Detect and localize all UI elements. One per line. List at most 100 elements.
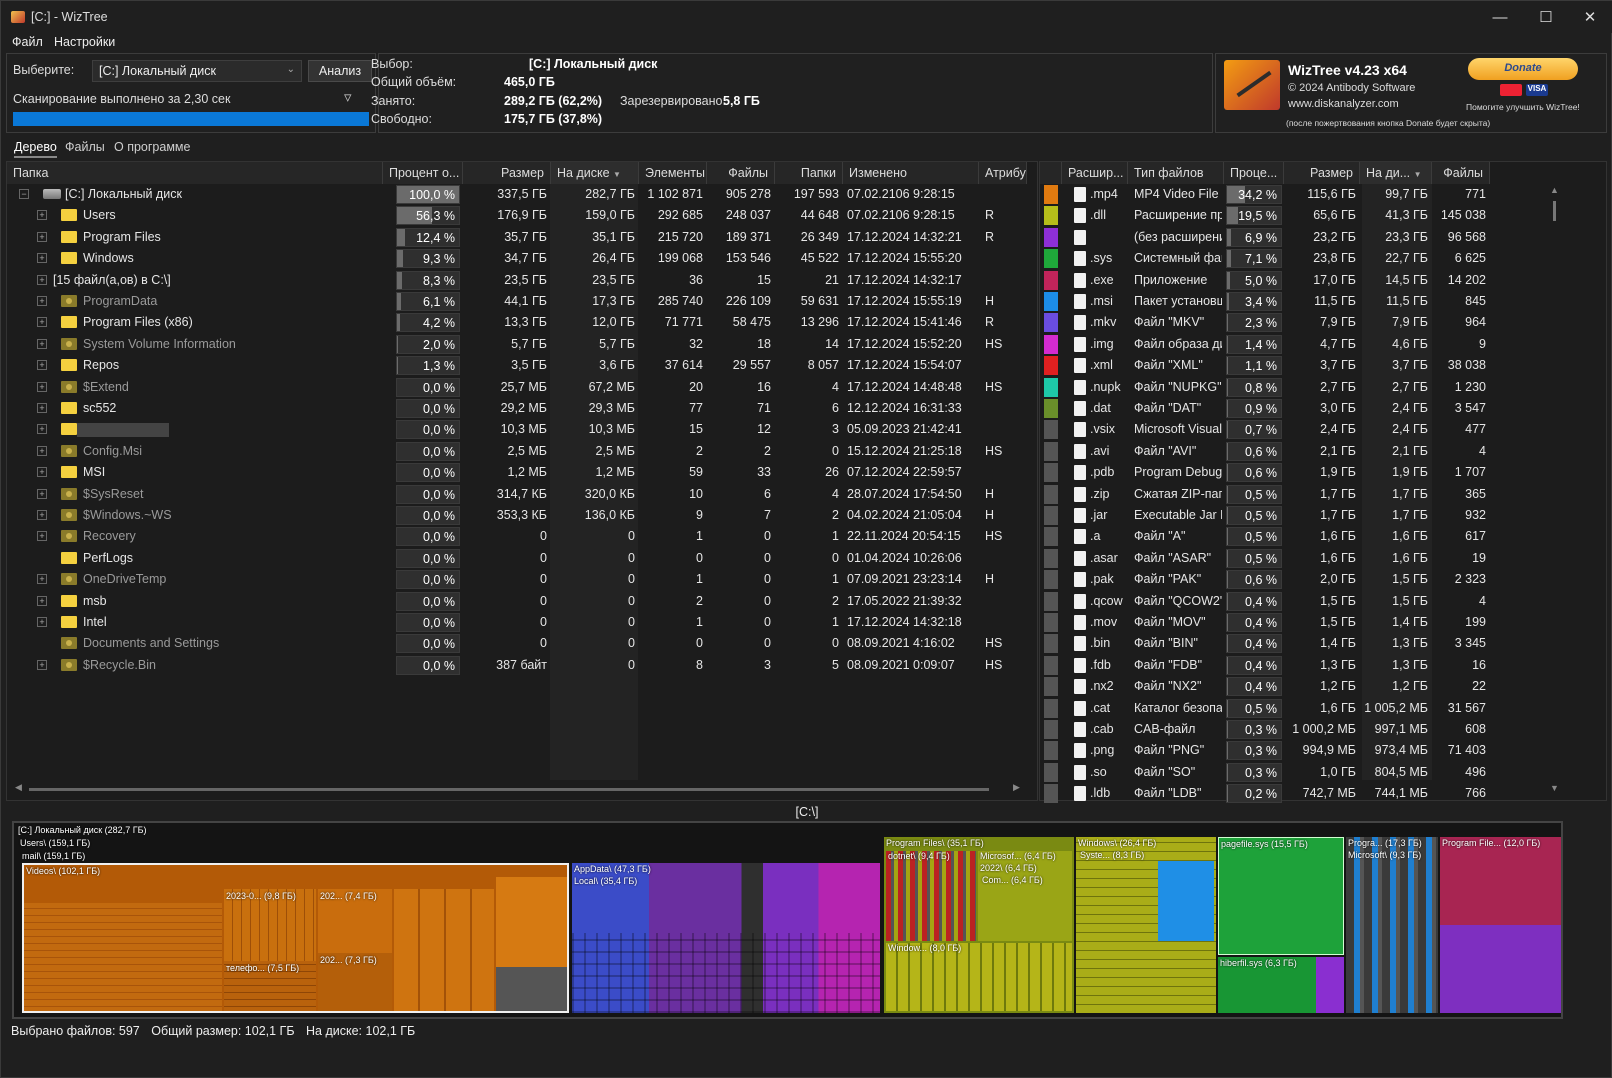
tm-202b[interactable]: 202... (7,3 ГБ)	[318, 953, 392, 1011]
filetype-row[interactable]: .qcow Файл "QCOW2" 0,4 % 1,5 ГБ 1,5 ГБ 4	[1040, 591, 1560, 612]
menu-settings[interactable]: Настройки	[54, 35, 115, 49]
col-files[interactable]: Файлы	[707, 162, 775, 184]
filetype-row[interactable]: .cab CAB-файл 0,3 % 1 000,2 МБ 997,1 МБ 608	[1040, 719, 1560, 740]
filetype-row[interactable]: .a Файл "A" 0,5 % 1,6 ГБ 1,6 ГБ 617	[1040, 526, 1560, 547]
col-ext-ondisk[interactable]: На ди... ▼	[1360, 162, 1432, 184]
maximize-icon[interactable]: ☐	[1523, 1, 1569, 33]
tm-window8[interactable]: Window... (8,0 ГБ)	[886, 943, 1072, 1011]
filetype-row[interactable]: .fdb Файл "FDB" 0,4 % 1,3 ГБ 1,3 ГБ 16	[1040, 655, 1560, 676]
tree-row[interactable]: PerfLogs 0,0 % 0 0 0 0 0 01.04.2024 10:26:06	[7, 548, 1027, 569]
expand-icon[interactable]: +	[37, 488, 47, 499]
tm-program-files[interactable]: Program Files\ (35,1 ГБ) dotnet\ (9,4 ГБ…	[884, 837, 1074, 1013]
expand-icon[interactable]: +	[37, 467, 47, 478]
filetype-row[interactable]: .asar Файл "ASAR" 0,5 % 1,6 ГБ 1,6 ГБ 19	[1040, 548, 1560, 569]
filter-icon[interactable]: ▿	[344, 88, 352, 106]
col-modified[interactable]: Изменено	[843, 162, 979, 184]
expand-icon[interactable]: +	[37, 617, 47, 627]
filetype-row[interactable]: .pak Файл "PAK" 0,6 % 2,0 ГБ 1,5 ГБ 2 323	[1040, 569, 1560, 590]
tree-row[interactable]: + System Volume Information 2,0 % 5,7 ГБ 5,7…	[7, 334, 1027, 355]
filetype-row[interactable]: .exe Приложение 5,0 % 17,0 ГБ 14,5 ГБ 14 202	[1040, 270, 1560, 291]
col-filetype[interactable]: Тип файлов	[1128, 162, 1224, 184]
tree-row[interactable]: + Intel 0,0 % 0 0 1 0 1 17.12.2024 14:32:18	[7, 612, 1027, 633]
expand-icon[interactable]: +	[37, 659, 47, 670]
tm-tel[interactable]: телефо... (7,5 ГБ)	[224, 961, 316, 1011]
tm-hiberfil[interactable]: hiberfil.sys (6,3 ГБ)	[1218, 957, 1316, 1013]
expand-icon[interactable]: +	[37, 574, 47, 585]
col-ext-files[interactable]: Файлы	[1432, 162, 1490, 184]
filetype-row[interactable]: .mkv Файл "MKV" 2,3 % 7,9 ГБ 7,9 ГБ 964	[1040, 312, 1560, 333]
tree-row[interactable]: + $Recycle.Bin 0,0 % 387 байт 0 8 3 5 08.09.2021…	[7, 655, 1027, 676]
tree-row[interactable]: +0,0 % 10,3 МБ 10,3 МБ 15 12 3 05.09.2023 21:4…	[7, 419, 1027, 440]
tree-row[interactable]: + msb 0,0 % 0 0 2 0 2 17.05.2022 21:39:32	[7, 591, 1027, 612]
tree-row[interactable]: + $SysReset 0,0 % 314,7 КБ 320,0 КБ 10 6 4 28.07…	[7, 484, 1027, 505]
tm-dotnet[interactable]: dotnet\ (9,4 ГБ)	[886, 851, 976, 941]
horizontal-scrollbar[interactable]: ◀ ▶	[13, 782, 1025, 796]
expand-icon[interactable]: +	[37, 338, 47, 349]
expand-icon[interactable]: +	[37, 531, 47, 542]
col-folder[interactable]: Папка	[7, 162, 383, 184]
filetype-row[interactable]: .jar Executable Jar Fi 0,5 % 1,7 ГБ 1,7 ГБ 93…	[1040, 505, 1560, 526]
treemap[interactable]: [C:] Локальный диск (282,7 ГБ) Users\ (1…	[12, 821, 1563, 1019]
expand-icon[interactable]: +	[37, 231, 47, 242]
scroll-left-icon[interactable]: ◀	[15, 782, 22, 793]
tab-files[interactable]: Файлы	[65, 140, 105, 154]
tree-row[interactable]: − [C:] Локальный диск 100,0 % 337,5 ГБ 282,7…	[7, 184, 1027, 205]
expand-icon[interactable]: +	[37, 381, 47, 392]
tm-windows-blue[interactable]	[1158, 861, 1214, 941]
filetype-row[interactable]: .mp4 MP4 Video File (34,2 % 115,6 ГБ 99,7 Г…	[1040, 184, 1560, 205]
tree-row[interactable]: + $Windows.~WS 0,0 % 353,3 КБ 136,0 КБ 9 7 2 04.…	[7, 505, 1027, 526]
tm-video-large[interactable]	[496, 877, 567, 967]
col-items[interactable]: Элементы	[639, 162, 707, 184]
tree-row[interactable]: + sc552 0,0 % 29,2 МБ 29,3 МБ 77 71 6 12.12.2024…	[7, 398, 1027, 419]
col-ext-percent[interactable]: Проце...	[1224, 162, 1284, 184]
expand-icon[interactable]: −	[19, 189, 29, 199]
filetype-row[interactable]: .msi Пакет установщ 3,4 % 11,5 ГБ 11,5 ГБ 845	[1040, 291, 1560, 312]
tm-video-grey[interactable]	[496, 967, 567, 1011]
expand-icon[interactable]: +	[37, 296, 47, 306]
minimize-icon[interactable]: —	[1477, 1, 1523, 33]
expand-icon[interactable]: +	[37, 274, 47, 285]
filetype-row[interactable]: .mov Файл "MOV" 0,4 % 1,5 ГБ 1,4 ГБ 199	[1040, 612, 1560, 633]
tm-img[interactable]	[1316, 957, 1344, 1013]
tree-row[interactable]: + $Extend 0,0 % 25,7 МБ 67,2 МБ 20 16 4 17.12.20…	[7, 377, 1027, 398]
expand-icon[interactable]: +	[37, 253, 47, 264]
tm-video-cluster[interactable]	[394, 889, 494, 1011]
tree-row[interactable]: + Windows 9,3 % 34,7 ГБ 26,4 ГБ 199 068 153 54…	[7, 248, 1027, 269]
scroll-right-icon[interactable]: ▶	[1013, 782, 1020, 793]
website-link[interactable]: www.diskanalyzer.com	[1288, 98, 1399, 110]
tree-row[interactable]: + Recovery 0,0 % 0 0 1 0 1 22.11.2024 20:54:15 HS	[7, 526, 1027, 547]
tree-row[interactable]: + Config.Msi 0,0 % 2,5 МБ 2,5 МБ 2 2 0 15.12.202…	[7, 441, 1027, 462]
filetype-row[interactable]: .nupk Файл "NUPKG" 0,8 % 2,7 ГБ 2,7 ГБ 1 230	[1040, 377, 1560, 398]
tree-row[interactable]: + Repos 1,3 % 3,5 ГБ 3,6 ГБ 37 614 29 557 8 057…	[7, 355, 1027, 376]
scroll-down-icon[interactable]: ▼	[1550, 783, 1559, 793]
col-attributes[interactable]: Атрибу	[979, 162, 1027, 184]
expand-icon[interactable]: +	[37, 210, 47, 221]
tree-row[interactable]: + [15 файл(а,ов) в C:\] 8,3 % 23,5 ГБ 23,5 Г…	[7, 270, 1027, 291]
filetype-row[interactable]: .sys Системный фай 7,1 % 23,8 ГБ 22,7 ГБ 6 62…	[1040, 248, 1560, 269]
close-icon[interactable]: ✕	[1567, 1, 1612, 33]
col-extension[interactable]: Расшир...	[1062, 162, 1128, 184]
col-size[interactable]: Размер	[463, 162, 551, 184]
col-percent[interactable]: Процент о...	[383, 162, 463, 184]
filetype-row[interactable]: .img Файл образа ди 1,4 % 4,7 ГБ 4,6 ГБ 9	[1040, 334, 1560, 355]
filetype-row[interactable]: .xml Файл "XML" 1,1 % 3,7 ГБ 3,7 ГБ 38 038	[1040, 355, 1560, 376]
donate-button[interactable]: Donate	[1468, 58, 1578, 80]
vscroll-thumb[interactable]	[1553, 201, 1556, 221]
analyze-button[interactable]: Анализ	[308, 60, 372, 82]
col-color[interactable]	[1040, 162, 1062, 184]
scroll-up-icon[interactable]: ▲	[1550, 185, 1559, 195]
tm-pf86[interactable]: Program File... (12,0 ГБ)	[1440, 837, 1561, 1013]
tab-tree[interactable]: Дерево	[14, 140, 57, 158]
filetype-row[interactable]: .png Файл "PNG" 0,3 % 994,9 МБ 973,4 МБ 71 40…	[1040, 740, 1560, 761]
tm-video-block[interactable]	[24, 903, 222, 1011]
col-ext-size[interactable]: Размер	[1284, 162, 1360, 184]
drive-dropdown[interactable]: [C:] Локальный диск ⌄	[92, 60, 302, 82]
expand-icon[interactable]: +	[37, 424, 47, 435]
tm-appdata[interactable]: AppData\ (47,3 ГБ) Local\ (35,4 ГБ)	[572, 863, 880, 1013]
tm-2023[interactable]: 2023-0... (9,8 ГБ)	[224, 889, 316, 961]
vertical-scrollbar[interactable]: ▲ ▼	[1548, 185, 1562, 800]
tab-about[interactable]: О программе	[114, 140, 190, 154]
filetype-row[interactable]: .bin Файл "BIN" 0,4 % 1,4 ГБ 1,3 ГБ 3 345	[1040, 633, 1560, 654]
tm-microsoft[interactable]: Microsof... (6,4 ГБ) 2022\ (6,4 ГБ) Com.…	[978, 851, 1072, 941]
tree-row[interactable]: Documents and Settings 0,0 % 0 0 0 0 0 08.09.20…	[7, 633, 1027, 654]
